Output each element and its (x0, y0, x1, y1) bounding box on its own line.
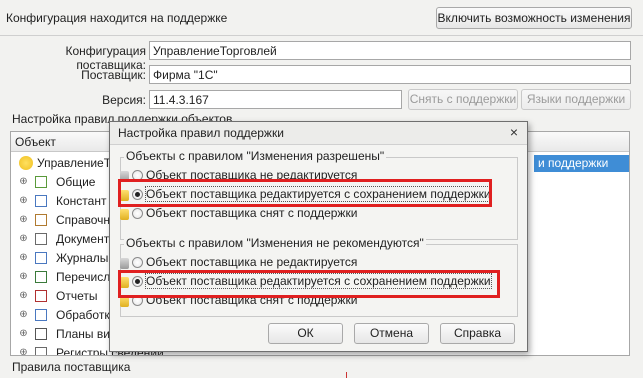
expand-icon[interactable]: ⊕ (19, 196, 28, 206)
dataprocessors-icon (35, 309, 47, 321)
constants-icon (35, 195, 47, 207)
support-languages-button[interactable]: Языки поддержки (521, 89, 631, 110)
documents-icon (35, 233, 47, 245)
tree-row-label: Констант (56, 194, 107, 208)
tree-row-label: УправлениеТо (37, 156, 117, 170)
vendor-label: Поставщик: (81, 68, 146, 82)
column-object[interactable]: Объект (15, 135, 56, 149)
lock-icon (120, 258, 129, 269)
divider (0, 35, 643, 36)
group-changes-allowed-title: Объекты с правилом "Изменения разрешены" (124, 149, 387, 163)
expand-icon[interactable]: ⊕ (19, 253, 28, 263)
tree-row-label: Отчеты (56, 289, 98, 303)
enable-changes-button[interactable]: Включить возможность изменения (436, 7, 632, 29)
highlight-box-1 (118, 179, 492, 207)
charts-icon (35, 328, 47, 340)
tree-row-label: Обработк (56, 308, 110, 322)
tree-row-label: Планы вид (56, 327, 117, 341)
vendor-field[interactable]: Фирма "1С" (149, 65, 631, 84)
reports-icon (35, 290, 47, 302)
config-icon (19, 156, 33, 170)
support-rules-dialog: Настройка правил поддержки × Объекты с п… (109, 121, 528, 352)
version-label: Версия: (102, 93, 146, 107)
close-icon[interactable]: × (507, 125, 521, 139)
radio-label: Объект поставщика не редактируется (146, 255, 358, 269)
expand-icon[interactable]: ⊕ (19, 177, 28, 187)
expand-icon[interactable]: ⊕ (19, 291, 28, 301)
expand-icon[interactable]: ⊕ (19, 348, 28, 356)
support-icon (120, 209, 129, 220)
expand-icon[interactable]: ⊕ (19, 310, 28, 320)
group-changes-not-recommended-title: Объекты с правилом "Изменения не рекомен… (124, 236, 426, 250)
dialog-title: Настройка правил поддержки (118, 126, 284, 140)
expand-icon[interactable]: ⊕ (19, 329, 28, 339)
cancel-button[interactable]: Отмена (354, 323, 429, 344)
dialog-titlebar: Настройка правил поддержки × (110, 122, 527, 145)
expand-icon[interactable]: ⊕ (19, 272, 28, 282)
tree-row-label: Справочни (56, 213, 117, 227)
marker-line (346, 372, 347, 378)
ok-button[interactable]: ОК (268, 323, 343, 344)
tree-row-label: Перечисле (56, 270, 117, 284)
registers-icon (35, 347, 47, 355)
version-field[interactable]: 11.4.3.167 (149, 90, 402, 109)
enums-icon (35, 271, 47, 283)
catalogs-icon (35, 214, 47, 226)
vendor-rules-title: Правила поставщика (12, 360, 131, 374)
radio-label: Объект поставщика снят с поддержки (146, 206, 358, 220)
vendor-config-field[interactable]: УправлениеТорговлей (149, 41, 631, 60)
highlight-box-2 (118, 270, 500, 298)
expand-icon[interactable]: ⊕ (19, 215, 28, 225)
expand-icon[interactable]: ⊕ (19, 234, 28, 244)
tree-row-label: Общие (56, 175, 96, 189)
common-icon (35, 176, 47, 188)
journals-icon (35, 252, 47, 264)
support-status-text: Конфигурация находится на поддержке (6, 11, 228, 25)
tree-row-label: Документ (56, 232, 110, 246)
help-button[interactable]: Справка (440, 323, 515, 344)
remove-support-button[interactable]: Снять с поддержки (408, 89, 518, 110)
radio-button[interactable] (132, 208, 143, 219)
radio-button[interactable] (132, 257, 143, 268)
